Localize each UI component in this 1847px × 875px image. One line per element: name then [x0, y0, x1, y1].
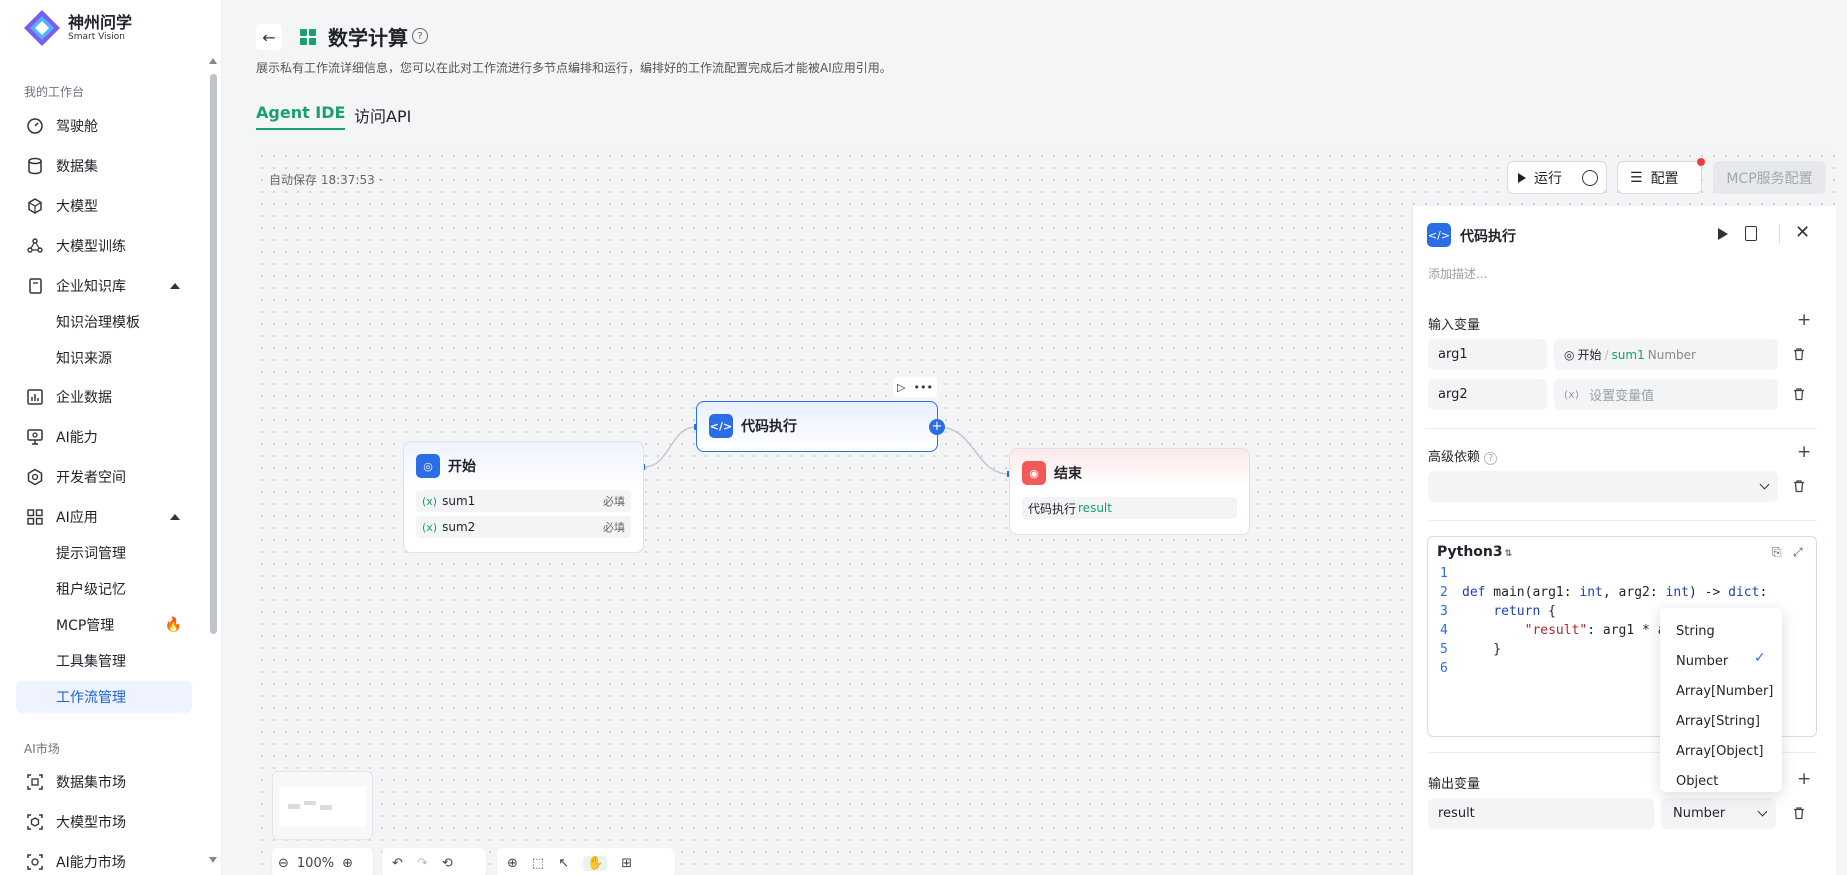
ref-node: 代码执行 [1028, 501, 1077, 516]
option-array-object[interactable]: Array[Object] [1676, 744, 1764, 759]
add-node-icon[interactable]: ⊕ [507, 856, 518, 871]
required-tag: 必填 [603, 521, 625, 534]
run-node-icon[interactable]: ▷ [897, 381, 905, 394]
node-end[interactable]: ◉ 结束 代码执行 result [1009, 448, 1250, 535]
label-text: 高级依赖 [1428, 450, 1481, 465]
node-title: 代码执行 [741, 419, 797, 435]
input-var-value[interactable]: (x) 设置变量值 [1554, 379, 1778, 410]
run-node-icon[interactable] [1718, 228, 1728, 240]
undo-icon[interactable]: ↶ [392, 856, 403, 871]
code-line: 4 "result": arg1 * a [1440, 623, 1666, 638]
code-line: 6 [1440, 661, 1448, 676]
delete-icon[interactable] [1786, 800, 1812, 826]
hand-icon[interactable]: ✋ [583, 855, 608, 871]
option-number[interactable]: Number [1676, 654, 1728, 669]
history-icon[interactable]: ⟲ [442, 856, 453, 871]
description-input[interactable]: 添加描述... [1428, 265, 1487, 282]
redo-icon[interactable]: ↷ [417, 856, 428, 871]
delete-icon[interactable] [1786, 381, 1812, 407]
type-dropdown: String Number ✓ Array[Number] Array[Stri… [1660, 608, 1782, 792]
node-code-exec[interactable]: </> 代码执行 [696, 401, 938, 452]
code-line: 5 } [1440, 642, 1502, 657]
edge-start-code [643, 426, 697, 468]
ref-type: Number [1647, 347, 1696, 362]
node-output-row: 代码执行 result [1022, 497, 1237, 519]
divider [1427, 520, 1817, 521]
option-object[interactable]: Object [1676, 774, 1718, 789]
input-var-ref[interactable]: ◎ 开始 / sum1 Number [1554, 339, 1778, 370]
delete-icon[interactable] [1786, 473, 1812, 499]
divider [1779, 224, 1780, 244]
var-name: sum1 [442, 494, 476, 508]
canvas-tools: ⊕ ⬚ ↖ ✋ ⊞ [497, 848, 675, 875]
divider [1427, 428, 1817, 429]
organize-icon[interactable]: ⬚ [532, 856, 544, 871]
option-string[interactable]: String [1676, 624, 1715, 639]
advanced-deps-select[interactable] [1428, 471, 1778, 502]
minimap[interactable] [272, 771, 373, 840]
add-node-plus-icon[interactable]: + [929, 419, 945, 435]
output-type-select[interactable]: Number [1661, 798, 1776, 829]
more-icon[interactable]: ••• [914, 381, 933, 394]
start-target-icon: ◎ [1564, 347, 1575, 362]
outputs-label: 输出变量 [1428, 777, 1481, 792]
variable-icon: (x) [1564, 388, 1580, 401]
expand-icon[interactable]: ⤢ [1793, 545, 1803, 560]
ref-separator: / [1604, 347, 1609, 362]
check-icon: ✓ [1754, 650, 1766, 666]
advanced-deps-label: 高级依赖 ? [1428, 446, 1498, 465]
zoom-out-icon[interactable]: ⊖ [278, 856, 289, 871]
code-line: 1 [1440, 566, 1448, 581]
node-title: 开始 [448, 459, 476, 475]
zoom-in-icon[interactable]: ⊕ [342, 856, 353, 871]
code-line: 2 def main(arg1: int, arg2: int) -> dict: [1440, 585, 1768, 600]
zoom-controls: ⊖ 100% ⊕ [272, 848, 373, 875]
code-line: 3 return { [1440, 604, 1556, 619]
info-icon[interactable]: ? [1484, 452, 1498, 465]
panel-title: 代码执行 [1460, 229, 1516, 245]
node-start[interactable]: ◎ 开始 (x) sum1 必填 (x) sum2 必填 [403, 441, 644, 553]
variable-icon: (x) [422, 494, 438, 508]
node-var-row: (x) sum2 必填 [416, 516, 631, 538]
language-label: Python3 [1437, 544, 1503, 560]
sort-icon: ⇅ [1504, 549, 1513, 559]
required-tag: 必填 [603, 495, 625, 508]
option-array-number[interactable]: Array[Number] [1676, 684, 1773, 699]
ref-var: result [1078, 501, 1112, 515]
ref-var: sum1 [1611, 347, 1645, 362]
end-stop-icon: ◉ [1022, 461, 1046, 485]
code-icon: </> [1427, 223, 1451, 247]
ref-node: 开始 [1577, 348, 1602, 362]
node-title: 结束 [1054, 466, 1082, 482]
variable-icon: (x) [422, 520, 438, 534]
add-output-icon[interactable]: + [1797, 769, 1811, 789]
chevron-down-icon [1757, 806, 1768, 817]
document-icon[interactable] [1745, 226, 1757, 241]
node-var-row: (x) sum1 必填 [416, 490, 631, 512]
input-var-name[interactable]: arg1 [1428, 339, 1547, 370]
code-icon: </> [709, 414, 733, 438]
output-var-name[interactable]: result [1428, 798, 1654, 829]
chevron-down-icon [1759, 479, 1770, 490]
selected-type: Number [1673, 806, 1726, 821]
var-name: sum2 [442, 520, 476, 534]
start-target-icon: ◎ [416, 454, 440, 478]
pointer-icon[interactable]: ↖ [558, 856, 569, 871]
delete-icon[interactable] [1786, 341, 1812, 367]
input-var-name[interactable]: arg2 [1428, 379, 1547, 410]
option-array-string[interactable]: Array[String] [1676, 714, 1760, 729]
layout-icon[interactable]: ⊞ [621, 856, 632, 871]
add-dependency-icon[interactable]: + [1797, 442, 1811, 462]
close-icon[interactable]: ✕ [1795, 222, 1810, 243]
placeholder: 设置变量值 [1589, 389, 1655, 404]
language-select[interactable]: Python3 ⇅ [1437, 544, 1512, 560]
edge-code-end [937, 426, 1010, 475]
node-actions: ▷ ••• [893, 377, 937, 397]
inputs-label: 输入变量 [1428, 318, 1481, 333]
copy-icon[interactable]: ⎘ [1772, 545, 1782, 560]
add-input-icon[interactable]: + [1797, 310, 1811, 330]
zoom-level: 100% [296, 855, 335, 871]
history-controls: ↶ ↷ ⟲ [382, 848, 486, 875]
